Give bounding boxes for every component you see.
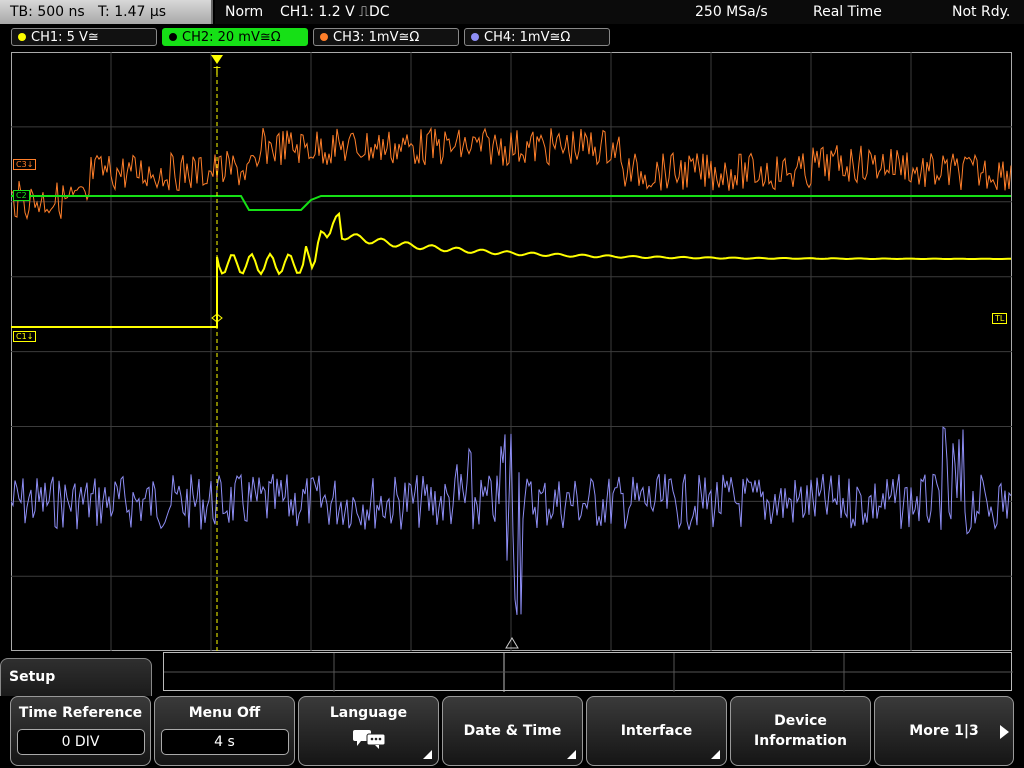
time-reference-value: 0 DIV	[16, 729, 145, 755]
channel-1-dot-icon	[18, 33, 26, 41]
chevron-right-icon	[1000, 725, 1009, 739]
tl-text: TL	[995, 314, 1005, 323]
channel-2-offset-marker[interactable]: C2	[13, 190, 30, 201]
status-bar: Norm CH1: 1.2 V ⎍DC 250 MSa/s Real Time …	[215, 0, 1024, 24]
date-time-label: Date & Time	[463, 723, 562, 739]
more-softkey[interactable]: More 1|3	[874, 696, 1014, 766]
device-information-label: Device	[774, 713, 827, 729]
channel-4-label: CH4: 1mV≅Ω	[484, 30, 571, 45]
channel-3-offset-marker[interactable]: C3↓	[13, 159, 37, 170]
submenu-corner-icon	[423, 750, 432, 759]
time-reference-label: Time Reference	[18, 705, 143, 721]
acquisition-mode: Real Time	[813, 4, 882, 20]
menu-title-tab: Setup	[0, 658, 152, 698]
language-softkey[interactable]: Language	[298, 696, 439, 766]
channel-2-button[interactable]: CH2: 20 mV≅Ω	[162, 28, 308, 46]
interface-softkey[interactable]: Interface	[586, 696, 727, 766]
trigger-info: CH1: 1.2 V ⎍DC	[280, 0, 390, 24]
c1-text: C1	[16, 332, 27, 341]
trigger-level: CH1: 1.2 V	[280, 4, 355, 20]
acquisition-state: Not Rdy.	[952, 4, 1011, 20]
c3-text: C3	[16, 160, 27, 169]
submenu-corner-icon	[711, 750, 720, 759]
trigger-time: T: 1.47 µs	[98, 4, 167, 20]
channel-3-button[interactable]: CH3: 1mV≅Ω	[313, 28, 459, 46]
menu-off-softkey[interactable]: Menu Off 4 s	[154, 696, 295, 766]
c2-text: C2	[16, 191, 27, 200]
channel-1-label: CH1: 5 V≅	[31, 30, 99, 45]
channel-1-button[interactable]: CH1: 5 V≅	[11, 28, 157, 46]
channel-1-offset-marker[interactable]: C1↓	[13, 331, 37, 342]
trigger-coupling: DC	[368, 4, 390, 20]
channel-3-label: CH3: 1mV≅Ω	[333, 30, 420, 45]
channel-3-dot-icon	[320, 33, 328, 41]
device-information-label-line2: Information	[754, 733, 847, 749]
channel-bar: CH1: 5 V≅ CH2: 20 mV≅Ω CH3: 1mV≅Ω CH4: 1…	[0, 26, 1024, 48]
rising-edge-icon: ⎍	[359, 4, 369, 20]
timebase-readout: TB: 500 ns T: 1.47 µs	[0, 0, 213, 24]
date-time-softkey[interactable]: Date & Time	[442, 696, 583, 766]
channel-4-dot-icon	[471, 33, 479, 41]
menu-off-value: 4 s	[160, 729, 289, 755]
zoom-overview-strip[interactable]	[163, 652, 1013, 692]
sample-rate: 250 MSa/s	[695, 4, 768, 20]
channel-2-label: CH2: 20 mV≅Ω	[182, 30, 281, 45]
waveform-display[interactable]: T	[11, 52, 1012, 651]
device-information-softkey[interactable]: Device Information	[730, 696, 871, 766]
more-label: More 1|3	[909, 723, 979, 739]
zoom-strip-grid	[164, 653, 1013, 692]
channel-4-button[interactable]: CH4: 1mV≅Ω	[464, 28, 610, 46]
channel-2-dot-icon	[169, 33, 177, 41]
softkey-bar: Time Reference 0 DIV Menu Off 4 s Langua…	[0, 696, 1024, 768]
timebase: TB: 500 ns	[10, 4, 85, 20]
interface-label: Interface	[620, 723, 693, 739]
time-reference-softkey[interactable]: Time Reference 0 DIV	[10, 696, 151, 766]
submenu-corner-icon	[567, 750, 576, 759]
speech-bubbles-icon	[352, 730, 385, 749]
trigger-marker-label: T	[213, 65, 221, 78]
trigger-level-marker[interactable]: TL	[992, 313, 1008, 324]
menu-title: Setup	[9, 669, 56, 685]
menu-off-label: Menu Off	[188, 705, 261, 721]
trigger-mode: Norm	[225, 4, 264, 20]
language-label: Language	[329, 705, 408, 721]
